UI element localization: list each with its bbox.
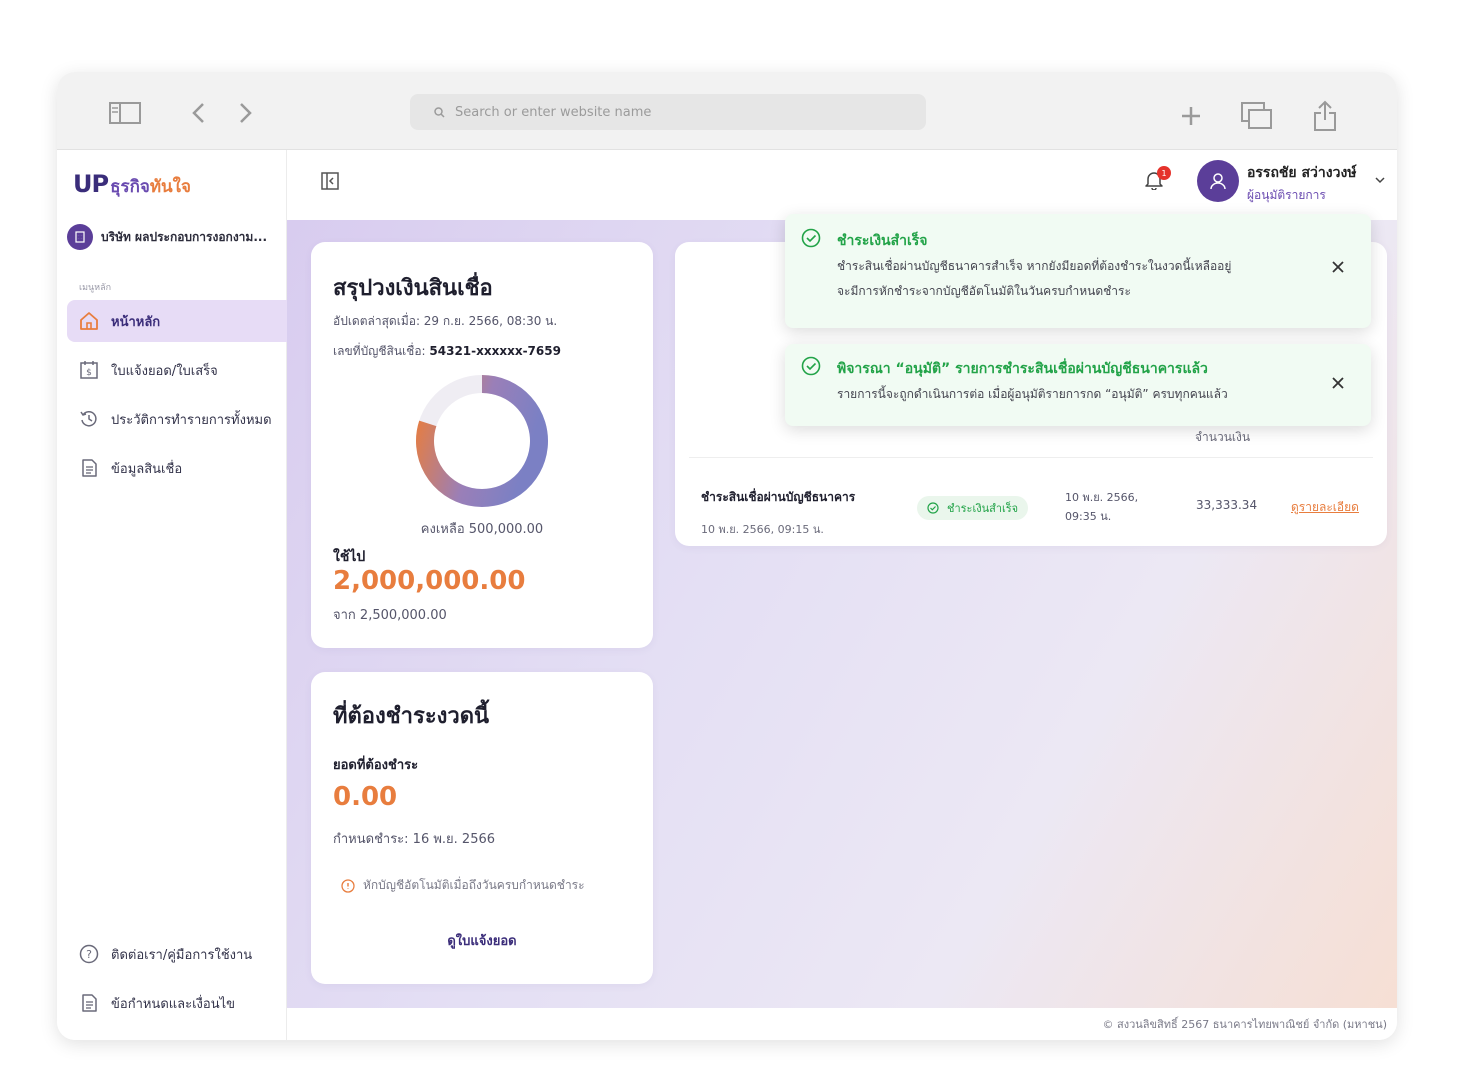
payment-due-title: ที่ต้องชำระงวดนี้ [333, 704, 490, 729]
sidebar-item-label: ติดต่อเรา/คู่มือการใช้งาน [111, 947, 253, 963]
amount-due: 0.00 [333, 782, 398, 812]
sidebar-item-home[interactable]: หน้าหลัก [67, 300, 287, 342]
user-role: ผู้อนุมัติรายการ [1247, 188, 1326, 202]
auto-debit-text: หักบัญชีอัตโนมัติเมื่อถึงวันครบกำหนดชำระ [363, 878, 585, 892]
help-icon: ? [79, 944, 99, 964]
credit-donut-chart [416, 375, 548, 507]
sidebar-item-label: ข้อมูลสินเชื่อ [111, 461, 183, 477]
credit-summary-title: สรุปวงเงินสินเชื่อ [333, 276, 493, 301]
status-badge: ชำระเงินสำเร็จ [917, 496, 1029, 520]
main-content: สรุปวงเงินสินเชื่อ อัปเดตล่าสุดเมื่อ: 29… [287, 214, 1397, 1008]
logo-text-b: ทันใจ [149, 177, 191, 197]
receipt-icon: $ [80, 361, 98, 379]
transaction-amount: 33,333.34 [1196, 498, 1258, 512]
user-icon [1210, 173, 1226, 190]
toast-message-line1: รายการนี้จะถูกดำเนินการต่อ เมื่อผู้อนุมั… [837, 387, 1228, 401]
sidebar-item-statements[interactable]: $ ใบแจ้งยอด/ใบเสร็จ [67, 349, 287, 391]
address-placeholder: Search or enter website name [455, 104, 652, 120]
sidebar-item-label: หน้าหลัก [111, 314, 161, 330]
transaction-date-line1: 10 พ.ย. 2566, [1065, 491, 1139, 504]
address-bar[interactable]: Search or enter website name [410, 94, 926, 130]
svg-text:$: $ [86, 368, 92, 378]
logo-mark: UP [73, 170, 109, 198]
account-number: 54321-xxxxxx-7659 [429, 344, 561, 358]
building-icon [67, 224, 93, 250]
remaining-amount: คงเหลือ 500,000.00 [420, 522, 544, 537]
document-icon [82, 994, 97, 1012]
amount-column-header: จำนวนเงิน [1195, 430, 1251, 444]
brand-logo[interactable]: UP ธุรกิจทันใจ [73, 170, 191, 200]
notification-badge: 1 [1157, 166, 1171, 180]
new-tab-icon[interactable] [1181, 106, 1201, 126]
logo-text: ธุรกิจทันใจ [110, 173, 191, 200]
footer: © สงวนลิขสิทธิ์ 2567 ธนาคารไทยพาณิชย์ จำ… [287, 1008, 1397, 1040]
details-link[interactable]: ดูรายละเอียด [1291, 498, 1359, 517]
sidebar-item-terms[interactable]: ข้อกำหนดและเงื่อนไข [67, 982, 287, 1024]
payment-due-card: ที่ต้องชำระงวดนี้ ยอดที่ต้องชำระ 0.00 กำ… [311, 672, 653, 984]
info-icon [341, 878, 355, 893]
transaction-title: ชำระสินเชื่อผ่านบัญชีธนาคาร [701, 490, 856, 504]
menu-section-label: เมนูหลัก [79, 283, 112, 293]
check-circle-icon [801, 356, 821, 376]
browser-window: Search or enter website name UP ธุรกิจทั… [57, 72, 1397, 1040]
used-label: ใช้ไป [333, 549, 366, 565]
sidebar-item-history[interactable]: ประวัติการทำรายการทั้งหมด [67, 398, 287, 440]
last-updated: อัปเดตล่าสุดเมื่อ: 29 ก.ย. 2566, 08:30 น… [333, 314, 558, 328]
app-header: 1 อรรถชัย สว่างวงษ์ ผู้อนุมัติรายการ [287, 150, 1397, 220]
share-icon[interactable] [1313, 100, 1337, 132]
company-name: บริษัท ผลประกอบการงอกงาม... [101, 229, 268, 244]
check-circle-icon [927, 502, 939, 514]
sidebar: UP ธุรกิจทันใจ บริษัท ผลประกอบการงอกงาม.… [57, 150, 287, 1040]
home-icon [80, 312, 98, 330]
transaction-date-line2: 09:35 น. [1065, 510, 1112, 523]
sidebar-item-label: ประวัติการทำรายการทั้งหมด [111, 412, 272, 428]
sidebar-item-label: ใบแจ้งยอด/ใบเสร็จ [111, 363, 218, 379]
sidebar-item-contact[interactable]: ? ติดต่อเรา/คู่มือการใช้งาน [67, 933, 287, 975]
sidebar-item-label: ข้อกำหนดและเงื่อนไข [111, 996, 236, 1012]
forward-icon[interactable] [239, 102, 253, 124]
history-icon [80, 411, 97, 427]
toast-title: ชำระเงินสำเร็จ [837, 233, 928, 249]
table-row[interactable]: ชำระสินเชื่อผ่านบัญชีธนาคาร 10 พ.ย. 2566… [689, 458, 1373, 568]
status-text: ชำระเงินสำเร็จ [947, 502, 1019, 515]
browser-toolbar: Search or enter website name [57, 72, 1397, 150]
due-date: กำหนดชำระ: 16 พ.ย. 2566 [333, 832, 496, 847]
account-number-label: เลขที่บัญชีสินเชื่อ: [333, 344, 430, 358]
web-app: UP ธุรกิจทันใจ บริษัท ผลประกอบการงอกงาม.… [57, 150, 1397, 1040]
logo-text-a: ธุรกิจ [110, 177, 150, 197]
user-name[interactable]: อรรถชัย สว่างวงษ์ [1247, 162, 1357, 184]
close-icon[interactable] [1331, 376, 1345, 390]
credit-summary-card: สรุปวงเงินสินเชื่อ อัปเดตล่าสุดเมื่อ: 29… [311, 242, 653, 648]
avatar[interactable] [1197, 160, 1239, 202]
company-selector[interactable]: บริษัท ผลประกอบการงอกงาม... [67, 224, 277, 250]
search-icon [434, 106, 445, 118]
sidebar-item-loan-info[interactable]: ข้อมูลสินเชื่อ [67, 447, 287, 489]
chevron-down-icon[interactable] [1375, 176, 1385, 184]
tabs-overview-icon[interactable] [1241, 102, 1273, 130]
toast-message-line2: จะมีการหักชำระจากบัญชีอัตโนมัติในวันครบก… [837, 284, 1131, 298]
auto-debit-note: หักบัญชีอัตโนมัติเมื่อถึงวันครบกำหนดชำระ [341, 876, 585, 895]
toast-payment-success: ชำระเงินสำเร็จ ชำระสินเชื่อผ่านบัญชีธนาค… [785, 214, 1371, 328]
amount-due-label: ยอดที่ต้องชำระ [333, 758, 419, 773]
account-number-row: เลขที่บัญชีสินเชื่อ: 54321-xxxxxx-7659 [333, 342, 561, 361]
toast-title: พิจารณา “อนุมัติ” รายการชำระสินเชื่อผ่าน… [837, 361, 1208, 377]
view-statement-button[interactable]: ดูใบแจ้งยอด [311, 930, 653, 951]
transaction-datetime: 10 พ.ย. 2566, 09:15 น. [701, 523, 824, 536]
svg-text:?: ? [86, 948, 92, 961]
collapse-sidebar-icon[interactable] [321, 172, 339, 190]
toast-message-line1: ชำระสินเชื่อผ่านบัญชีธนาคารสำเร็จ หากยัง… [837, 259, 1232, 273]
used-amount: 2,000,000.00 [333, 566, 526, 596]
copyright: © สงวนลิขสิทธิ์ 2567 ธนาคารไทยพาณิชย์ จำ… [1102, 1018, 1388, 1031]
close-icon[interactable] [1331, 260, 1345, 274]
sidebar-toggle-icon[interactable] [109, 102, 141, 124]
back-icon[interactable] [191, 102, 205, 124]
document-icon [82, 459, 97, 477]
check-circle-icon [801, 228, 821, 248]
credit-total: จาก 2,500,000.00 [333, 608, 447, 623]
toast-approval: พิจารณา “อนุมัติ” รายการชำระสินเชื่อผ่าน… [785, 344, 1371, 426]
